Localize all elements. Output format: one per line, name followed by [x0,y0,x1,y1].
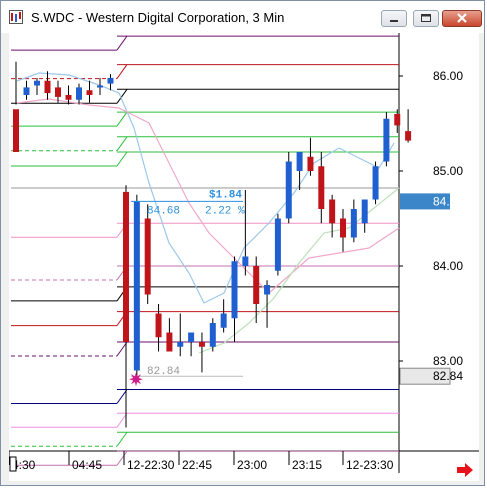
low-price-label: 82.84 [433,369,463,383]
time-tick-label: 12-22:30 [127,458,175,472]
candle-down [65,95,72,100]
candle-down [394,114,401,126]
candle-down [55,87,61,97]
candle-up [177,342,184,347]
candle-down [86,90,93,95]
close-icon [457,13,467,23]
candlestick-chart[interactable]: 84.68 $1.84 2.22 % 82.84 86.00 85.00 84.00 83.0… [8,33,479,481]
time-tick-label: 23:00 [237,458,267,472]
candle-down [307,156,314,171]
candle-up [97,85,103,88]
annotation-change-value: $1.84 [209,189,242,201]
candle-up [274,218,281,271]
candle-up [372,166,379,200]
candle-up [188,332,195,342]
candle-up [107,77,114,84]
candle-down [340,218,346,238]
low-star-marker [129,372,143,387]
minimize-icon [390,20,398,22]
title-bar[interactable]: S.WDC - Western Digital Corporation, 3 M… [1,1,484,33]
chart-app-icon [9,10,23,24]
price-tick-label: 85.00 [433,164,463,178]
price-tick-label: 86.00 [433,69,463,83]
chart-window: S.WDC - Western Digital Corporation, 3 M… [0,0,485,486]
candle-up [76,87,82,100]
time-tick-label: 04:45 [72,458,102,472]
candle-down [44,80,51,94]
time-tick-label: 12-23:30 [346,458,394,472]
annotation-low-label: 82.84 [147,366,180,378]
chart-area[interactable]: 84.68 $1.84 2.22 % 82.84 86.00 85.00 84.00 83.0… [8,33,479,481]
candle-up [285,161,292,219]
candle-down [318,166,325,209]
maximize-button[interactable] [413,10,439,27]
candle-down [329,199,336,224]
candle-up [23,87,30,95]
candle-up [242,256,249,266]
window-title: S.WDC - Western Digital Corporation, 3 M… [31,10,285,25]
candle-up [361,199,368,224]
price-tick-label: 83.00 [433,354,463,368]
candle-up [34,80,40,86]
candle-up [231,261,238,319]
close-button[interactable] [442,10,482,27]
maximize-icon [421,14,431,22]
candle-down [123,191,129,342]
price-tick-label: 84.00 [433,259,463,273]
time-tick-label: 23:15 [292,458,322,472]
candle-down [166,332,173,352]
candle-up [383,118,390,162]
annotation-high-label: 84.68 [147,205,180,217]
candle-down [405,131,412,141]
candle-down [155,313,162,338]
candle-up [220,313,227,328]
candle-down [198,342,205,347]
candle-down [13,109,19,152]
minimize-button[interactable] [381,10,407,27]
candle-down [144,218,151,295]
candle-down [253,266,260,304]
candle-up [296,152,303,171]
scroll-thumb [9,456,17,472]
red-right-arrow-icon[interactable] [457,463,473,477]
candle-up [209,323,216,347]
level-line-step [116,450,128,466]
time-tick-label: 22:45 [182,458,212,472]
candle-up [133,201,140,371]
candle-up [264,285,271,295]
last-price-label: 84.68 [433,194,463,208]
candle-up [350,209,357,238]
annotation-change-percent: 2.22 % [205,205,245,217]
